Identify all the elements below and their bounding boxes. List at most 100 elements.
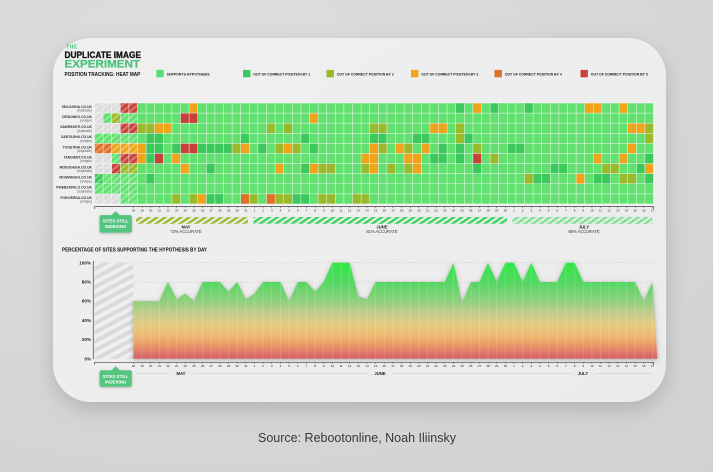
svg-text:80%: 80% xyxy=(82,280,91,285)
svg-text:12: 12 xyxy=(607,364,611,368)
svg-text:22: 22 xyxy=(166,364,170,368)
svg-text:25: 25 xyxy=(460,364,464,368)
svg-text:22: 22 xyxy=(166,208,170,212)
svg-text:21: 21 xyxy=(426,364,430,368)
svg-text:17: 17 xyxy=(391,208,395,212)
svg-text:22: 22 xyxy=(434,364,438,368)
svg-text:25: 25 xyxy=(192,208,196,212)
svg-text:15: 15 xyxy=(633,208,637,212)
svg-text:30: 30 xyxy=(236,364,240,368)
svg-text:30: 30 xyxy=(504,364,508,368)
svg-text:31: 31 xyxy=(244,364,248,368)
svg-text:18: 18 xyxy=(132,364,136,368)
svg-text:24: 24 xyxy=(184,364,188,368)
svg-text:OUT OF CORRECT POSITION BY 1: OUT OF CORRECT POSITION BY 1 xyxy=(253,72,310,76)
svg-text:29: 29 xyxy=(227,208,231,212)
svg-text:27: 27 xyxy=(210,364,214,368)
svg-text:13: 13 xyxy=(616,364,620,368)
svg-text:SUPPORTS HYPOTHESIS: SUPPORTS HYPOTHESIS xyxy=(167,72,211,76)
svg-text:12: 12 xyxy=(348,364,352,368)
svg-text:11: 11 xyxy=(339,364,342,368)
svg-text:12: 12 xyxy=(607,208,611,212)
svg-text:10: 10 xyxy=(590,208,594,212)
svg-text:20: 20 xyxy=(417,208,421,212)
svg-text:12: 12 xyxy=(348,208,352,212)
svg-text:15: 15 xyxy=(374,364,378,368)
svg-text:(unique): (unique) xyxy=(80,200,92,204)
svg-text:19: 19 xyxy=(140,364,144,368)
svg-text:18: 18 xyxy=(400,208,404,212)
svg-text:60%: 60% xyxy=(82,299,91,304)
svg-text:(duplicate): (duplicate) xyxy=(77,109,92,113)
svg-text:20: 20 xyxy=(149,364,153,368)
svg-text:13: 13 xyxy=(616,208,620,212)
svg-text:OUT OF CORRECT POSITION BY 5: OUT OF CORRECT POSITION BY 5 xyxy=(591,72,648,76)
svg-text:85% ACCURATE: 85% ACCURATE xyxy=(568,229,600,234)
svg-text:40%: 40% xyxy=(82,318,91,323)
svg-text:16: 16 xyxy=(383,208,387,212)
svg-text:SITES STILL: SITES STILL xyxy=(103,374,129,379)
svg-text:24: 24 xyxy=(184,208,188,212)
svg-text:23: 23 xyxy=(175,208,179,212)
svg-text:10: 10 xyxy=(590,364,594,368)
svg-text:POSITION TRACKING: HEAT MAP: POSITION TRACKING: HEAT MAP xyxy=(65,72,141,78)
svg-text:16: 16 xyxy=(642,364,646,368)
svg-text:EXPERIMENT: EXPERIMENT xyxy=(65,59,141,71)
svg-text:13: 13 xyxy=(357,364,361,368)
svg-text:20%: 20% xyxy=(82,337,91,342)
svg-text:28: 28 xyxy=(486,364,490,368)
svg-text:INDEXING: INDEXING xyxy=(105,379,127,384)
svg-text:JULY: JULY xyxy=(578,371,589,376)
svg-text:19: 19 xyxy=(409,208,413,212)
svg-text:16: 16 xyxy=(383,364,387,368)
svg-text:INDEXING: INDEXING xyxy=(105,224,127,229)
svg-text:(unique): (unique) xyxy=(80,179,92,183)
svg-text:20: 20 xyxy=(417,364,421,368)
svg-text:27: 27 xyxy=(478,364,482,368)
svg-text:OUT OF CORRECT POSITION BY 4: OUT OF CORRECT POSITION BY 4 xyxy=(505,72,563,76)
svg-text:18: 18 xyxy=(400,364,404,368)
svg-text:14: 14 xyxy=(625,208,629,212)
svg-text:27: 27 xyxy=(478,208,482,212)
svg-text:15: 15 xyxy=(374,208,378,212)
svg-text:28: 28 xyxy=(218,364,222,368)
svg-text:30: 30 xyxy=(236,208,240,212)
svg-text:(duplicate): (duplicate) xyxy=(77,149,92,153)
svg-text:13: 13 xyxy=(357,208,361,212)
svg-text:26: 26 xyxy=(469,364,473,368)
svg-text:14: 14 xyxy=(365,208,369,212)
svg-text:26: 26 xyxy=(201,208,205,212)
svg-text:16: 16 xyxy=(642,208,646,212)
svg-text:30: 30 xyxy=(504,208,508,212)
svg-text:22: 22 xyxy=(434,208,438,212)
svg-text:(unique): (unique) xyxy=(80,119,92,123)
svg-text:24: 24 xyxy=(452,364,456,368)
svg-text:PERCENTAGE OF SITES SUPPORTING: PERCENTAGE OF SITES SUPPORTING THE HYPOT… xyxy=(62,248,207,254)
svg-text:(duplicate): (duplicate) xyxy=(77,129,92,133)
svg-text:(unique): (unique) xyxy=(80,139,92,143)
svg-text:72% ACCURATE: 72% ACCURATE xyxy=(170,229,202,234)
svg-text:Source: Rebootonline, Noah Ili: Source: Rebootonline, Noah Iliinsky xyxy=(258,430,456,445)
svg-text:11: 11 xyxy=(339,208,342,212)
svg-text:SITES STILL: SITES STILL xyxy=(103,219,129,224)
svg-text:11: 11 xyxy=(599,208,602,212)
svg-text:(duplicate): (duplicate) xyxy=(77,190,92,194)
svg-text:20: 20 xyxy=(149,208,153,212)
svg-text:24: 24 xyxy=(452,208,456,212)
svg-text:81% ACCURATE: 81% ACCURATE xyxy=(366,229,398,234)
svg-text:JUNE: JUNE xyxy=(374,371,385,376)
svg-text:19: 19 xyxy=(140,208,144,212)
svg-text:21: 21 xyxy=(426,208,430,212)
svg-text:MAY: MAY xyxy=(177,371,186,376)
svg-text:28: 28 xyxy=(486,208,490,212)
svg-text:21: 21 xyxy=(158,208,162,212)
svg-text:OUT OF CORRECT POSITION BY 2: OUT OF CORRECT POSITION BY 2 xyxy=(337,72,394,76)
svg-text:(unique): (unique) xyxy=(80,159,92,163)
svg-text:23: 23 xyxy=(175,364,179,368)
svg-text:17: 17 xyxy=(391,364,395,368)
svg-text:25: 25 xyxy=(192,364,196,368)
svg-text:26: 26 xyxy=(469,208,473,212)
svg-text:31: 31 xyxy=(244,208,248,212)
svg-text:18: 18 xyxy=(132,208,136,212)
svg-text:15: 15 xyxy=(633,364,637,368)
